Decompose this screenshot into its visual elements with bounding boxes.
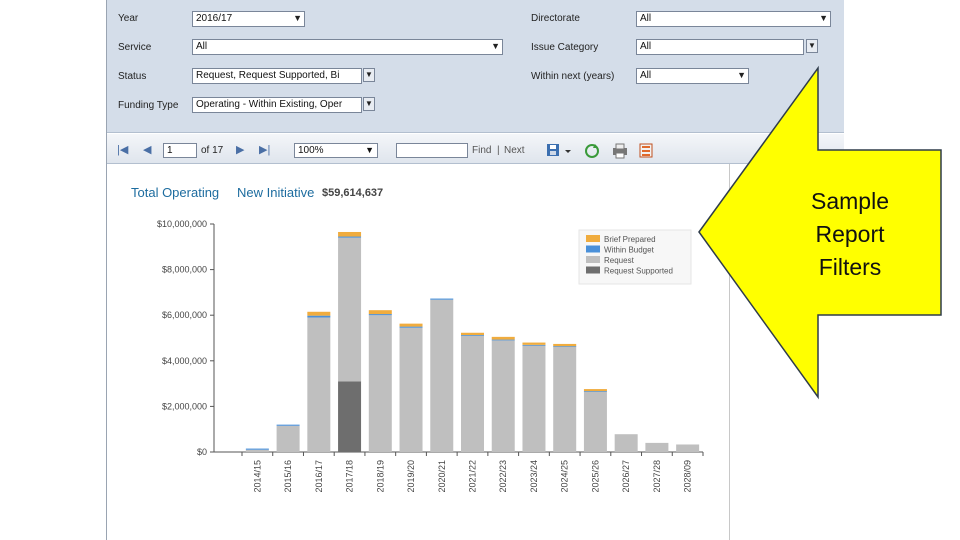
callout-line-1: Sample: [811, 188, 889, 214]
callout-line-2: Report: [815, 221, 885, 247]
callout-line-3: Filters: [818, 254, 882, 280]
callout-text: Sample Report Filters: [780, 185, 920, 284]
